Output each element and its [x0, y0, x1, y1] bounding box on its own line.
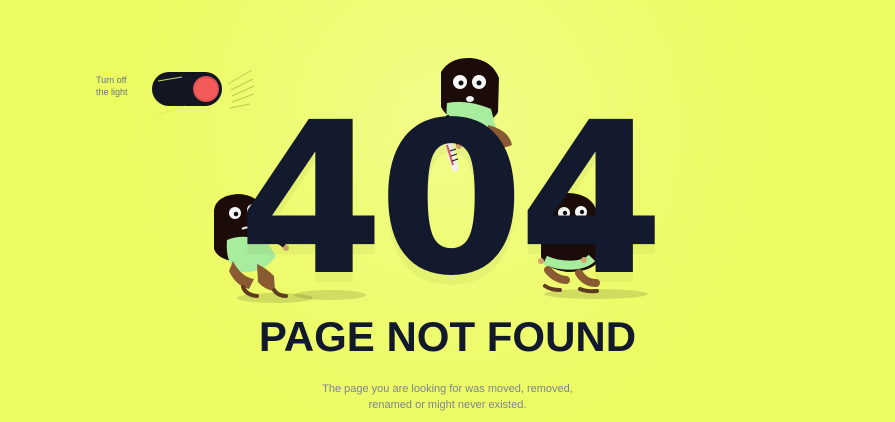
error-code: 404 — [238, 77, 664, 322]
page-not-found-title: PAGE NOT FOUND — [258, 313, 637, 360]
error-message-line-1: The page you are looking for was moved, … — [322, 383, 573, 395]
error-message-line-2: renamed or might never existed. — [368, 399, 527, 411]
error-message: The page you are looking for was moved, … — [200, 381, 695, 413]
